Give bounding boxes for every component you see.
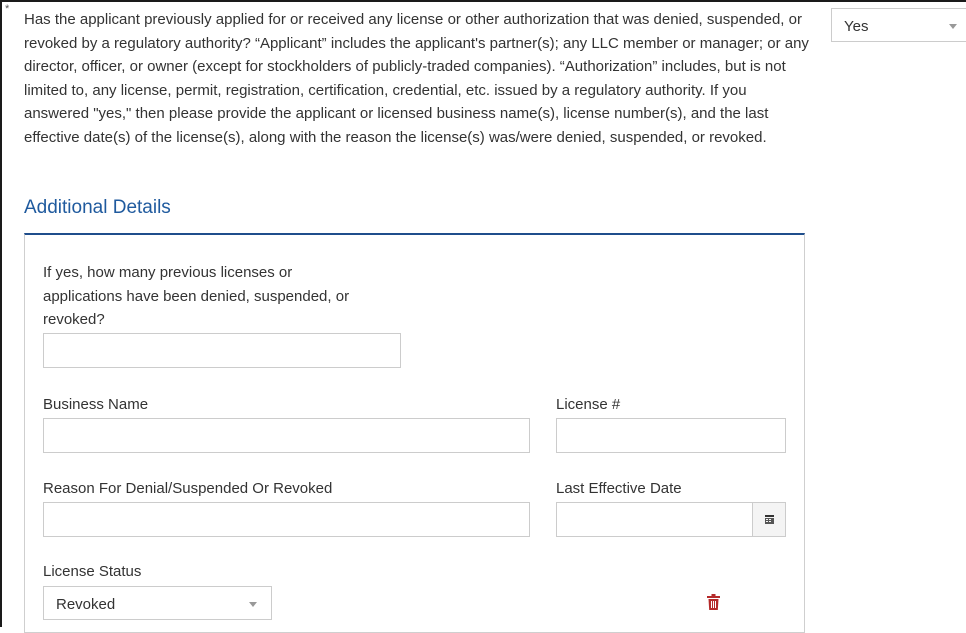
- trash-icon: [707, 594, 720, 610]
- last-effective-date-field[interactable]: [556, 502, 786, 537]
- license-number-label: License #: [556, 396, 621, 413]
- frame-top-border: [0, 0, 966, 2]
- count-label: If yes, how many previous licenses or ap…: [43, 264, 350, 328]
- business-name-input[interactable]: [43, 418, 530, 453]
- question-text: Has the applicant previously applied for…: [24, 11, 809, 146]
- license-status-value: Revoked: [56, 596, 116, 613]
- license-number-input[interactable]: [556, 418, 786, 453]
- delete-button[interactable]: [707, 594, 720, 615]
- chevron-down-icon: [249, 602, 257, 607]
- business-name-label: Business Name: [43, 396, 149, 413]
- license-status-select[interactable]: Revoked: [43, 586, 272, 620]
- frame-left-border: [0, 0, 2, 627]
- reason-input[interactable]: [43, 502, 530, 537]
- answer-select-value: Yes: [844, 18, 869, 35]
- section-title: Additional Details: [24, 197, 171, 218]
- calendar-button[interactable]: [752, 503, 785, 536]
- last-effective-date-label: Last Effective Date: [556, 480, 682, 497]
- answer-select[interactable]: Yes: [831, 8, 966, 42]
- reason-label: Reason For Denial/Suspended Or Revoked: [43, 480, 333, 497]
- chevron-down-icon: [949, 24, 957, 29]
- license-status-label: License Status: [43, 563, 142, 580]
- calendar-icon: [765, 515, 774, 524]
- count-input[interactable]: [43, 333, 401, 368]
- required-marker: *: [5, 3, 10, 15]
